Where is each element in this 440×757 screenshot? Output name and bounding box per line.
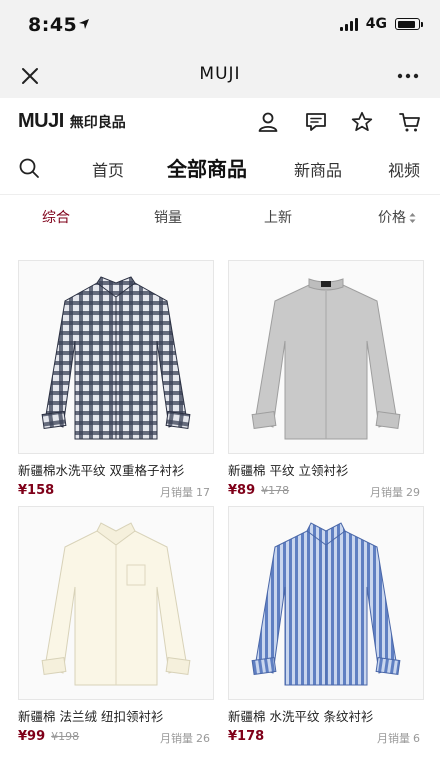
search-icon[interactable] [18,157,40,179]
product-price: ¥89 ¥178 [228,483,289,498]
check-shirt-image [41,276,191,440]
message-icon[interactable] [304,110,328,134]
monthly-sales: 月销量 29 [367,484,420,500]
sales-count: 17 [196,486,210,499]
user-icon[interactable] [256,110,280,134]
monthly-sales: 月销量 6 [374,730,420,746]
product-price: ¥99 ¥198 [18,729,79,744]
tab-home[interactable]: 首页 [92,157,124,181]
product-price: ¥158 [18,483,54,498]
sort-bar: 综合 销量 上新 价格 [0,194,440,240]
tab-new-products[interactable]: 新商品 [294,157,342,181]
signal-icon [339,17,358,31]
sales-label: 月销量 [160,486,193,499]
star-icon[interactable] [350,110,374,134]
original-price: ¥178 [261,484,290,497]
sort-newest[interactable]: 上新 [264,207,292,227]
monthly-sales: 月销量 17 [157,484,210,500]
location-arrow-icon [79,19,89,29]
tab-all-products[interactable]: 全部商品 [167,153,247,182]
product-image[interactable] [228,260,424,454]
sort-price[interactable]: 价格 [378,207,416,227]
product-title: 新疆棉 水洗平纹 条纹衬衫 [228,709,374,724]
product-title: 新疆棉 平纹 立领衬衫 [228,463,349,478]
original-price: ¥198 [51,730,80,743]
product-title: 新疆棉 法兰绒 纽扣领衬衫 [18,709,164,724]
sales-label: 月销量 [377,732,410,745]
sales-label: 月销量 [160,732,193,745]
sales-count: 29 [406,486,420,499]
logo-latin: MUJI [18,110,64,132]
product-title: 新疆棉水洗平纹 双重格子衬衫 [18,463,185,478]
sales-count: 6 [413,732,420,745]
price-value: ¥99 [18,729,46,744]
network-type: 4G [365,16,387,32]
price-value: ¥89 [228,483,256,498]
striped-shirt-image [251,522,401,686]
store-header: MUJI 無印良品 [0,98,440,146]
product-image[interactable] [18,260,214,454]
product-image[interactable] [228,506,424,700]
grey-shirt-image [251,278,401,440]
monthly-sales: 月销量 26 [157,730,210,746]
sales-label: 月销量 [370,486,403,499]
sales-count: 26 [196,732,210,745]
webview-title: MUJI [199,64,241,84]
category-nav: 首页 全部商品 新商品 视频 [0,146,440,190]
logo-cjk: 無印良品 [69,115,126,131]
muji-logo[interactable]: MUJI 無印良品 [18,110,126,133]
product-price: ¥178 [228,729,264,744]
status-indicators: 4G [339,16,423,32]
sort-sales[interactable]: 销量 [154,207,182,227]
product-image[interactable] [18,506,214,700]
cream-shirt-image [41,522,191,686]
status-time: 8:45 [28,14,78,36]
sort-comprehensive[interactable]: 综合 [42,207,70,227]
price-value: ¥158 [18,483,55,498]
battery-icon [395,18,423,30]
more-icon[interactable] [394,64,422,88]
cart-icon[interactable] [398,110,422,134]
tab-videos[interactable]: 视频 [388,157,420,181]
sort-arrows-icon [409,213,416,223]
status-bar: 8:45 4G [0,0,440,52]
price-value: ¥178 [228,729,265,744]
sort-price-label: 价格 [378,210,406,226]
webview-nav-bar: MUJI [0,52,440,99]
